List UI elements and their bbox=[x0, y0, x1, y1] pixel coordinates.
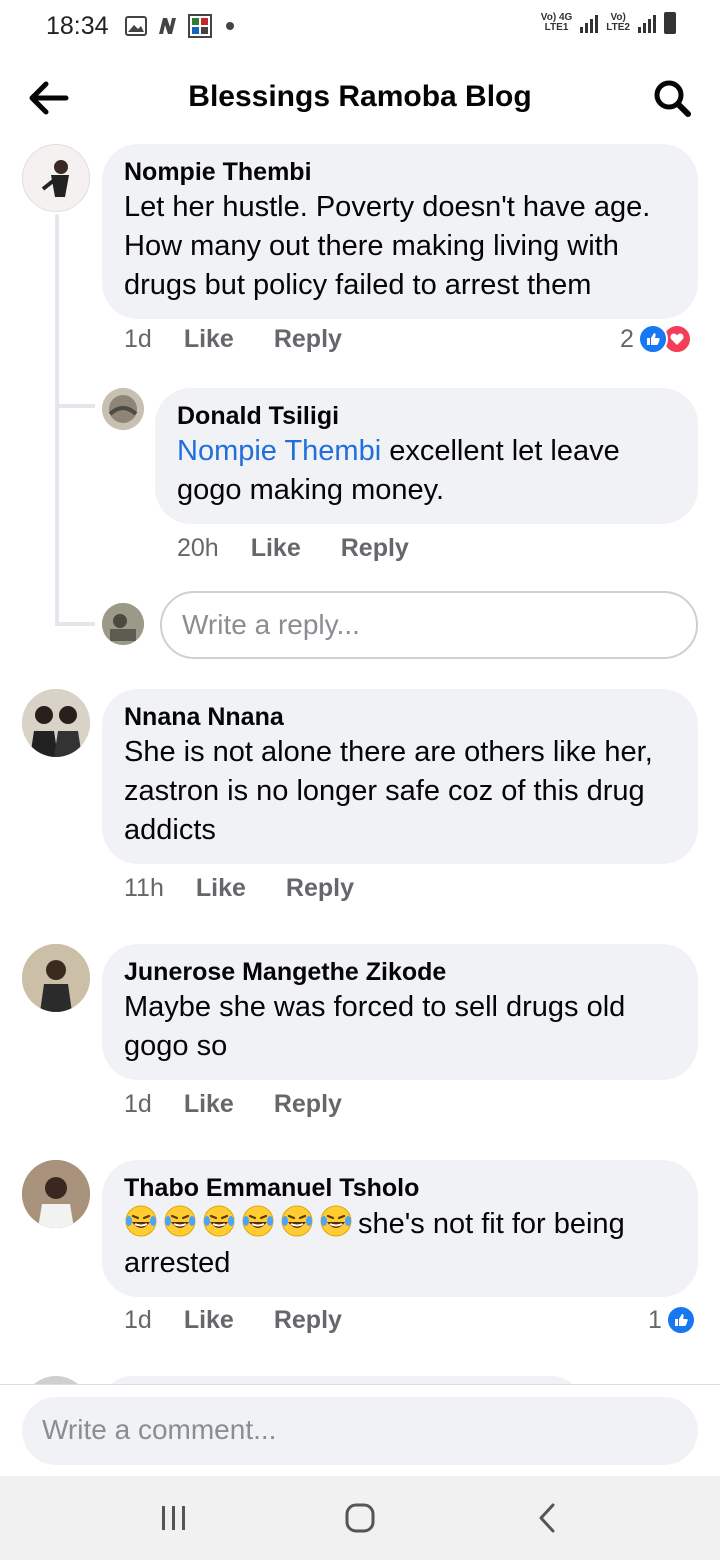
reaction-count: 1 bbox=[648, 1305, 662, 1334]
system-nav-bar bbox=[0, 1476, 720, 1560]
status-time: 18:34 bbox=[46, 12, 109, 40]
status-bar: 18:34 Vo) 4G LTE1 Vo) LTE2 bbox=[0, 0, 720, 56]
reply-bubble[interactable]: Donald Tsiligi Nompie Thembi excellent l… bbox=[155, 388, 698, 524]
comment-actions: 1d Like Reply bbox=[124, 1306, 382, 1335]
reply-button[interactable]: Reply bbox=[286, 874, 354, 903]
sim1-sub: LTE1 bbox=[544, 22, 569, 33]
reply-actions: 20h Like Reply bbox=[177, 534, 449, 563]
comment-composer: Write a comment... bbox=[0, 1384, 720, 1476]
search-icon[interactable] bbox=[652, 78, 692, 118]
app-grid-icon bbox=[188, 14, 212, 38]
sim1-signal-icon bbox=[580, 13, 599, 33]
avatar[interactable] bbox=[102, 388, 144, 430]
avatar[interactable] bbox=[22, 1160, 90, 1228]
reply-button[interactable]: Reply bbox=[274, 1090, 342, 1119]
avatar[interactable] bbox=[22, 1376, 90, 1384]
comment-input[interactable]: Write a comment... bbox=[22, 1397, 698, 1465]
comments-feed[interactable]: Nompie Thembi Let her hustle. Poverty do… bbox=[0, 142, 720, 1384]
laughing-tears-emoji-icon bbox=[320, 1205, 352, 1237]
laughing-tears-emoji-icon bbox=[125, 1205, 157, 1237]
comment-author[interactable]: Nompie Thembi bbox=[124, 156, 676, 188]
sim2-sub: LTE2 bbox=[606, 22, 630, 33]
like-reaction-icon bbox=[665, 1305, 696, 1335]
notification-icons bbox=[124, 14, 234, 38]
comment-author[interactable]: Thabo Emmanuel Tsholo bbox=[124, 1172, 676, 1204]
laughing-tears-emoji-icon bbox=[203, 1205, 235, 1237]
comment-bubble[interactable]: Junerose Mangethe Zikode Maybe she was f… bbox=[102, 944, 698, 1080]
like-reaction-icon bbox=[637, 324, 668, 354]
reactions-summary[interactable]: 2 bbox=[620, 324, 692, 354]
home-icon[interactable] bbox=[340, 1498, 380, 1538]
news-app-icon bbox=[159, 18, 176, 34]
comment-author[interactable]: Nnana Nnana bbox=[124, 701, 676, 733]
comment-text: Maybe she was forced to sell drugs old g… bbox=[124, 991, 626, 1062]
page-title: Blessings Ramoba Blog bbox=[188, 80, 532, 113]
gallery-icon bbox=[125, 16, 147, 36]
thread-branch bbox=[55, 404, 95, 408]
like-button[interactable]: Like bbox=[196, 874, 246, 903]
back-nav-icon[interactable] bbox=[528, 1498, 568, 1538]
app-header: Blessings Ramoba Blog bbox=[0, 56, 720, 142]
comment-bubble[interactable]: Nnana Nnana She is not alone there are o… bbox=[102, 689, 698, 864]
comment-actions: 1d Like Reply bbox=[124, 325, 382, 354]
battery-icon bbox=[664, 12, 676, 34]
comment-bubble[interactable] bbox=[102, 1376, 582, 1384]
thread-branch bbox=[55, 622, 95, 626]
current-user-avatar bbox=[102, 603, 144, 645]
comment-time[interactable]: 1d bbox=[124, 1306, 152, 1335]
thread-line bbox=[55, 214, 59, 624]
status-right: Vo) 4G LTE1 Vo) LTE2 bbox=[541, 12, 676, 34]
comment-text: She is not alone there are others like h… bbox=[124, 736, 653, 846]
comment-time[interactable]: 1d bbox=[124, 325, 152, 354]
comment-author[interactable]: Junerose Mangethe Zikode bbox=[124, 956, 676, 988]
reply-input[interactable]: Write a reply... bbox=[160, 591, 698, 659]
reaction-count: 2 bbox=[620, 324, 634, 353]
avatar[interactable] bbox=[22, 944, 90, 1012]
like-button[interactable]: Like bbox=[184, 1306, 234, 1335]
more-notifications-dot bbox=[226, 22, 234, 30]
comment-text: Let her hustle. Poverty doesn't have age… bbox=[124, 191, 651, 301]
comment-bubble[interactable]: Nompie Thembi Let her hustle. Poverty do… bbox=[102, 144, 698, 319]
reply-time[interactable]: 20h bbox=[177, 534, 219, 563]
comment-actions: 1d Like Reply bbox=[124, 1090, 382, 1119]
laughing-tears-emoji-icon bbox=[242, 1205, 274, 1237]
sim1-network: Vo) 4G LTE1 bbox=[541, 13, 572, 33]
reactions-summary[interactable]: 1 bbox=[648, 1305, 696, 1335]
recent-apps-icon[interactable] bbox=[154, 1498, 194, 1538]
reply-text: Nompie Thembi excellent let leave gogo m… bbox=[177, 432, 676, 510]
laughing-tears-emoji-icon bbox=[164, 1205, 196, 1237]
comment-time[interactable]: 1d bbox=[124, 1090, 152, 1119]
like-button[interactable]: Like bbox=[251, 534, 301, 563]
avatar[interactable] bbox=[22, 144, 90, 212]
reply-button[interactable]: Reply bbox=[341, 534, 409, 563]
sim2-network: Vo) LTE2 bbox=[606, 13, 630, 33]
comment-text: she's not fit for being arrested bbox=[124, 1204, 676, 1283]
like-button[interactable]: Like bbox=[184, 325, 234, 354]
reply-button[interactable]: Reply bbox=[274, 1306, 342, 1335]
comment-bubble[interactable]: Thabo Emmanuel Tsholo she's not fit for … bbox=[102, 1160, 698, 1297]
sim2-signal-icon bbox=[638, 13, 656, 33]
reply-author[interactable]: Donald Tsiligi bbox=[177, 400, 676, 432]
reply-button[interactable]: Reply bbox=[274, 325, 342, 354]
avatar[interactable] bbox=[22, 689, 90, 757]
laughing-emoji-row bbox=[124, 1205, 358, 1240]
mention-link[interactable]: Nompie Thembi bbox=[177, 435, 381, 467]
laughing-tears-emoji-icon bbox=[281, 1205, 313, 1237]
like-button[interactable]: Like bbox=[184, 1090, 234, 1119]
comment-time[interactable]: 11h bbox=[124, 874, 164, 903]
comment-actions: 11h Like Reply bbox=[124, 874, 394, 903]
